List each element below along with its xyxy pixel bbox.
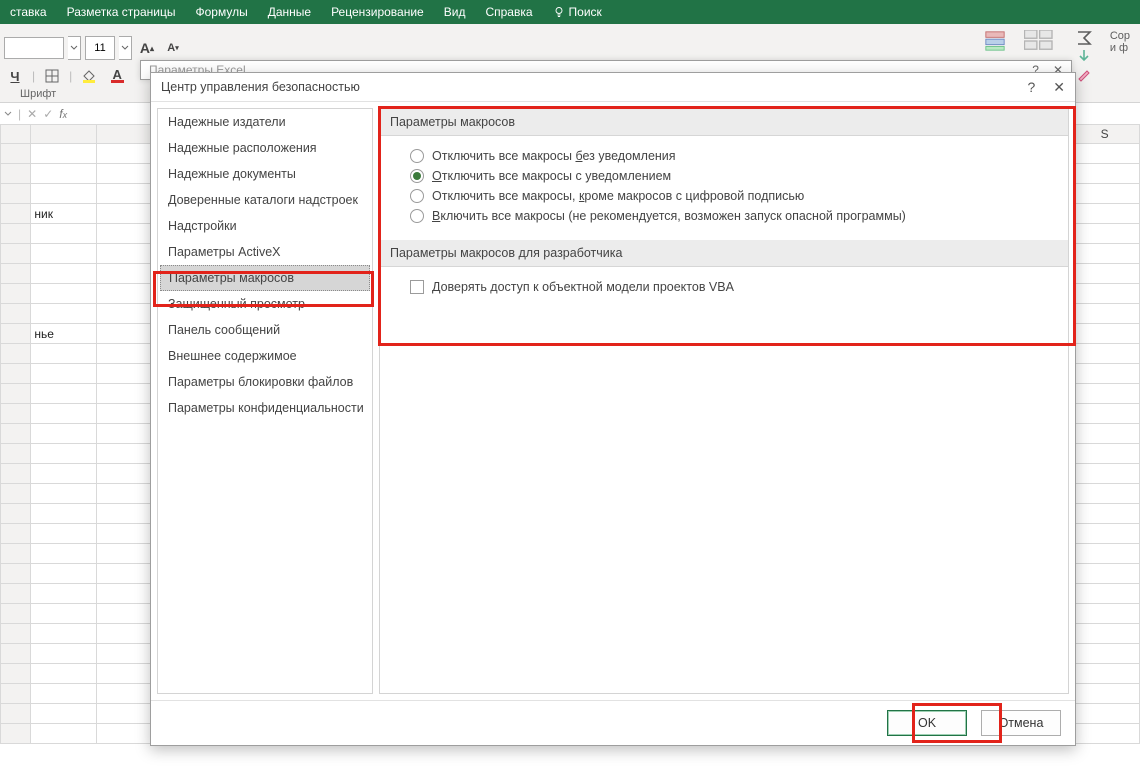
cancel-button[interactable]: Отмена	[981, 710, 1061, 736]
col-header[interactable]	[31, 125, 96, 144]
radio-label: Включить все макросы (не рекомендуется, …	[432, 209, 906, 223]
dialog-titlebar[interactable]: Центр управления безопасностью ? ✕	[151, 73, 1075, 102]
tab-formulas[interactable]: Формулы	[185, 1, 257, 23]
radio-icon	[410, 189, 424, 203]
trust-content: Параметры макросов Отключить все макросы…	[379, 108, 1069, 694]
tell-me-search[interactable]: Поиск	[543, 1, 612, 23]
nav-trusted-publishers[interactable]: Надежные издатели	[158, 109, 372, 135]
tab-review[interactable]: Рецензирование	[321, 1, 434, 23]
cell[interactable]: нье	[31, 324, 96, 344]
font-color-button[interactable]: A	[106, 66, 128, 86]
radio-disable-except-signed[interactable]: Отключить все макросы, кроме макросов с …	[410, 186, 1046, 206]
help-icon[interactable]: ?	[1027, 79, 1035, 95]
underline-button[interactable]: Ч	[4, 66, 26, 86]
nav-activex[interactable]: Параметры ActiveX	[158, 239, 372, 265]
fx-icon[interactable]: fx	[59, 107, 67, 121]
dialog-footer: OK Отмена	[151, 700, 1075, 745]
trust-vba-checkbox[interactable]: Доверять доступ к объектной модели проек…	[410, 277, 1046, 297]
font-group-label: Шрифт	[20, 88, 56, 100]
checkbox-icon	[410, 280, 424, 294]
paint-bucket-icon	[81, 69, 97, 83]
radio-disable-no-notify[interactable]: Отключить все макросы без уведомления	[410, 146, 1046, 166]
cancel-entry-icon[interactable]: ✕	[27, 107, 37, 121]
close-icon[interactable]: ✕	[1053, 79, 1065, 96]
nav-protected-view[interactable]: Защищенный просмотр	[158, 291, 372, 317]
nav-privacy[interactable]: Параметры конфиденциальности	[158, 395, 372, 421]
checkbox-label: Доверять доступ к объектной модели проек…	[432, 280, 734, 294]
autosum-icon[interactable]	[1076, 30, 1092, 46]
filter-label: и ф	[1110, 42, 1128, 54]
nav-message-bar[interactable]: Панель сообщений	[158, 317, 372, 343]
insert-cells-icon[interactable]	[1024, 30, 1058, 52]
nav-macro-settings[interactable]: Параметры макросов	[160, 265, 370, 291]
tab-page-layout[interactable]: Разметка страницы	[57, 1, 186, 23]
dialog-title: Центр управления безопасностью	[161, 80, 360, 94]
col-header[interactable]: S	[1070, 125, 1140, 144]
increase-font-button[interactable]: A▴	[136, 38, 158, 58]
nav-trusted-documents[interactable]: Надежные документы	[158, 161, 372, 187]
trust-nav: Надежные издатели Надежные расположения …	[157, 108, 373, 694]
tab-insert[interactable]: ставка	[0, 1, 57, 23]
radio-label: Отключить все макросы с уведомлением	[432, 169, 671, 183]
clear-icon[interactable]	[1076, 66, 1092, 82]
font-name-input[interactable]	[4, 37, 64, 59]
nav-addins[interactable]: Надстройки	[158, 213, 372, 239]
confirm-entry-icon[interactable]: ✓	[43, 107, 53, 121]
font-size-input[interactable]	[85, 36, 115, 60]
border-button[interactable]	[41, 66, 63, 86]
developer-macro-header: Параметры макросов для разработчика	[380, 240, 1068, 267]
name-box-dropdown[interactable]	[4, 107, 12, 121]
tab-help[interactable]: Справка	[475, 1, 542, 23]
radio-enable-all[interactable]: Включить все макросы (не рекомендуется, …	[410, 206, 1046, 226]
nav-trusted-locations[interactable]: Надежные расположения	[158, 135, 372, 161]
trust-center-dialog: Центр управления безопасностью ? ✕ Надеж…	[150, 72, 1076, 746]
font-size-dropdown[interactable]	[119, 36, 132, 60]
ribbon-tabs: ставка Разметка страницы Формулы Данные …	[0, 0, 1140, 24]
fill-down-icon[interactable]	[1076, 48, 1092, 64]
chevron-down-icon	[70, 44, 78, 52]
sort-label: Сор	[1110, 30, 1130, 42]
chevron-down-icon	[121, 44, 129, 52]
radio-label: Отключить все макросы, кроме макросов с …	[432, 189, 804, 203]
lightbulb-icon	[553, 6, 565, 18]
cell[interactable]: ник	[31, 204, 96, 224]
radio-disable-with-notify[interactable]: Отключить все макросы с уведомлением	[410, 166, 1046, 186]
nav-file-block[interactable]: Параметры блокировки файлов	[158, 369, 372, 395]
radio-icon	[410, 149, 424, 163]
fill-color-button[interactable]	[78, 66, 100, 86]
radio-icon	[410, 169, 424, 183]
tab-data[interactable]: Данные	[258, 1, 321, 23]
conditional-format-icon[interactable]	[984, 30, 1006, 52]
chevron-down-icon	[4, 110, 12, 118]
macro-settings-header: Параметры макросов	[380, 109, 1068, 136]
nav-external-content[interactable]: Внешнее содержимое	[158, 343, 372, 369]
tab-view[interactable]: Вид	[434, 1, 476, 23]
decrease-font-button[interactable]: A▾	[162, 38, 184, 58]
radio-icon	[410, 209, 424, 223]
border-icon	[45, 69, 59, 83]
search-label: Поиск	[569, 5, 602, 19]
radio-label: Отключить все макросы без уведомления	[432, 149, 676, 163]
ok-button[interactable]: OK	[887, 710, 967, 736]
nav-trusted-addin-catalogs[interactable]: Доверенные каталоги надстроек	[158, 187, 372, 213]
font-name-dropdown[interactable]	[68, 36, 81, 60]
